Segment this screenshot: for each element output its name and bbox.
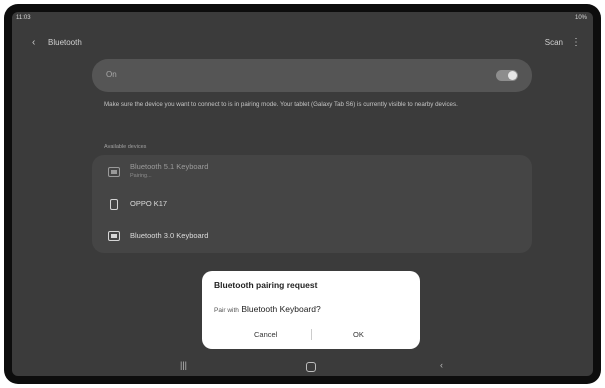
bluetooth-toggle-card[interactable]: On [92,59,532,92]
tablet-screen: 11:03 10% ‹ Bluetooth Scan ⋮ On Make sur… [12,12,593,376]
switch-knob [508,71,517,80]
phone-icon [110,199,118,210]
cancel-button[interactable]: Cancel [254,330,277,339]
keyboard-icon [108,231,120,241]
button-divider [311,329,312,340]
dialog-title: Bluetooth pairing request [214,280,318,290]
device-row[interactable]: Bluetooth 3.0 Keyboard [92,219,532,251]
status-bar: 11:03 10% [12,12,593,26]
device-name: Bluetooth 5.1 Keyboard [130,162,209,171]
scan-button[interactable]: Scan [545,38,563,47]
pairing-dialog: Bluetooth pairing request Pair with Blue… [202,271,420,349]
navigation-bar: ||| ‹ [12,358,593,376]
page-title: Bluetooth [48,38,82,47]
device-row[interactable]: OPPO K17 [92,187,532,219]
device-row[interactable]: Bluetooth 5.1 Keyboard Pairing... [92,155,532,187]
visibility-hint: Make sure the device you want to connect… [104,101,458,108]
device-status: Pairing... [130,173,152,179]
dialog-prefix: Pair with [214,307,239,314]
dialog-message: Pair with Bluetooth Keyboard? [214,304,321,314]
status-battery: 10% [574,15,587,21]
available-devices-list: Bluetooth 5.1 Keyboard Pairing... OPPO K… [92,155,532,253]
back-arrow-icon[interactable]: ‹ [32,37,35,48]
nav-back-icon[interactable]: ‹ [440,360,443,370]
section-header-available: Available devices [104,144,147,150]
dialog-device-name: Bluetooth Keyboard? [241,304,321,314]
toggle-label: On [106,70,117,79]
status-time: 11:03 [16,15,31,21]
device-name: OPPO K17 [130,199,168,208]
keyboard-icon [108,167,120,177]
recents-icon[interactable]: ||| [180,360,187,370]
home-icon[interactable] [306,362,316,372]
more-options-icon[interactable]: ⋮ [571,37,581,48]
app-bar: ‹ Bluetooth Scan ⋮ [12,32,593,58]
bluetooth-switch[interactable] [496,70,518,81]
device-name: Bluetooth 3.0 Keyboard [130,231,209,240]
ok-button[interactable]: OK [353,330,364,339]
